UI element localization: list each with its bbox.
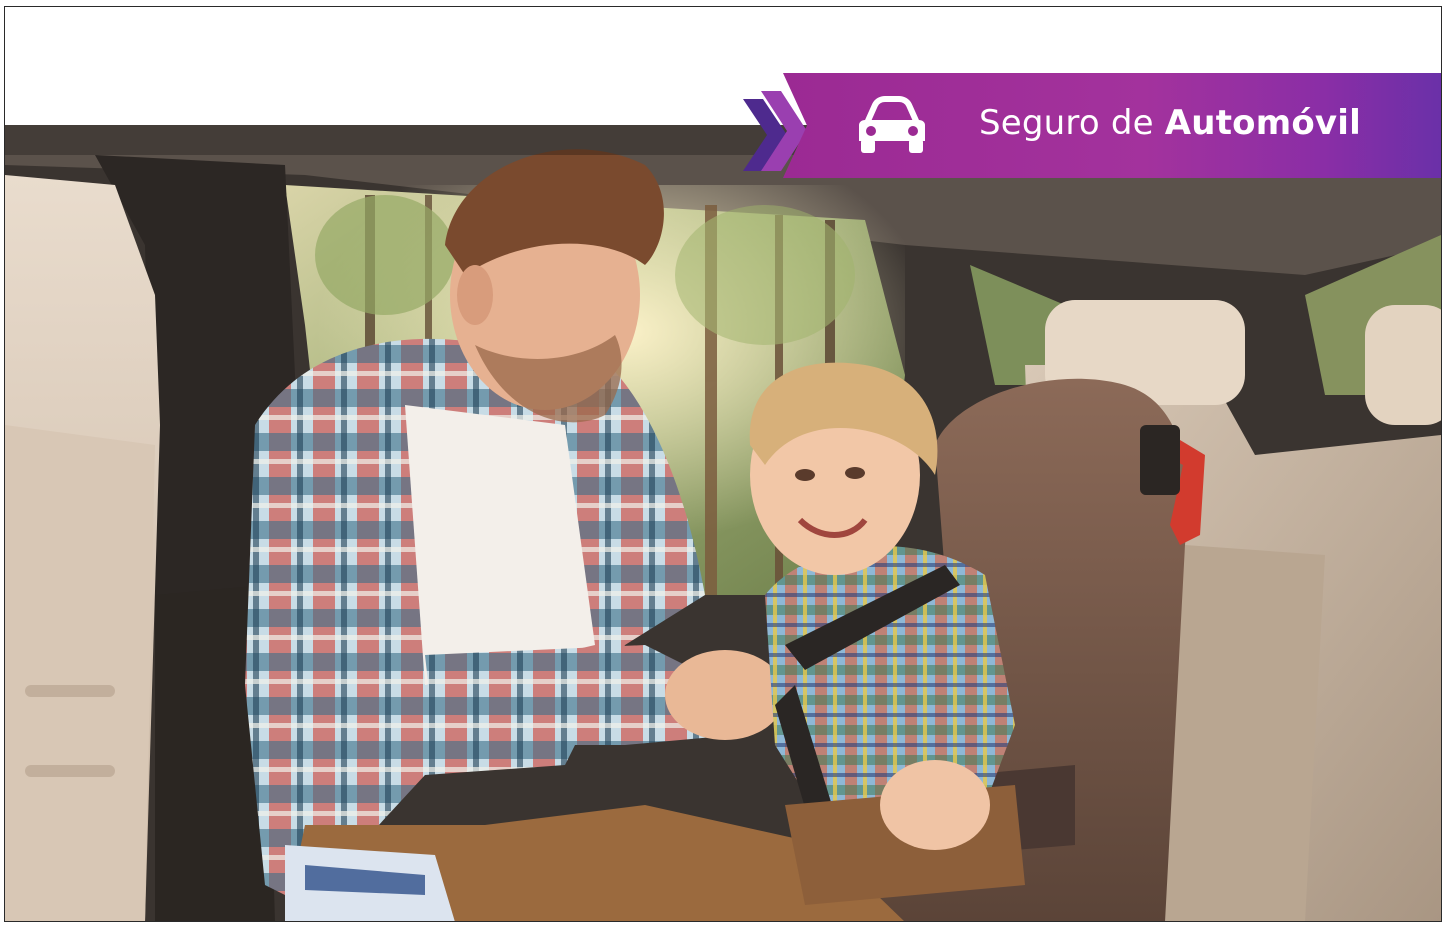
banner-title-emphasis: Automóvil: [1164, 103, 1361, 143]
car-interior-photo: [5, 125, 1441, 921]
banner-title-prefix: Seguro de: [979, 103, 1154, 143]
banner-bar: Seguro de Automóvil: [783, 73, 1441, 178]
banner-title: Seguro de Automóvil: [979, 103, 1361, 143]
ad-frame: Seguro de Automóvil: [4, 6, 1442, 922]
car-icon: [859, 96, 925, 153]
insurance-banner: Seguro de Automóvil: [743, 73, 1441, 178]
